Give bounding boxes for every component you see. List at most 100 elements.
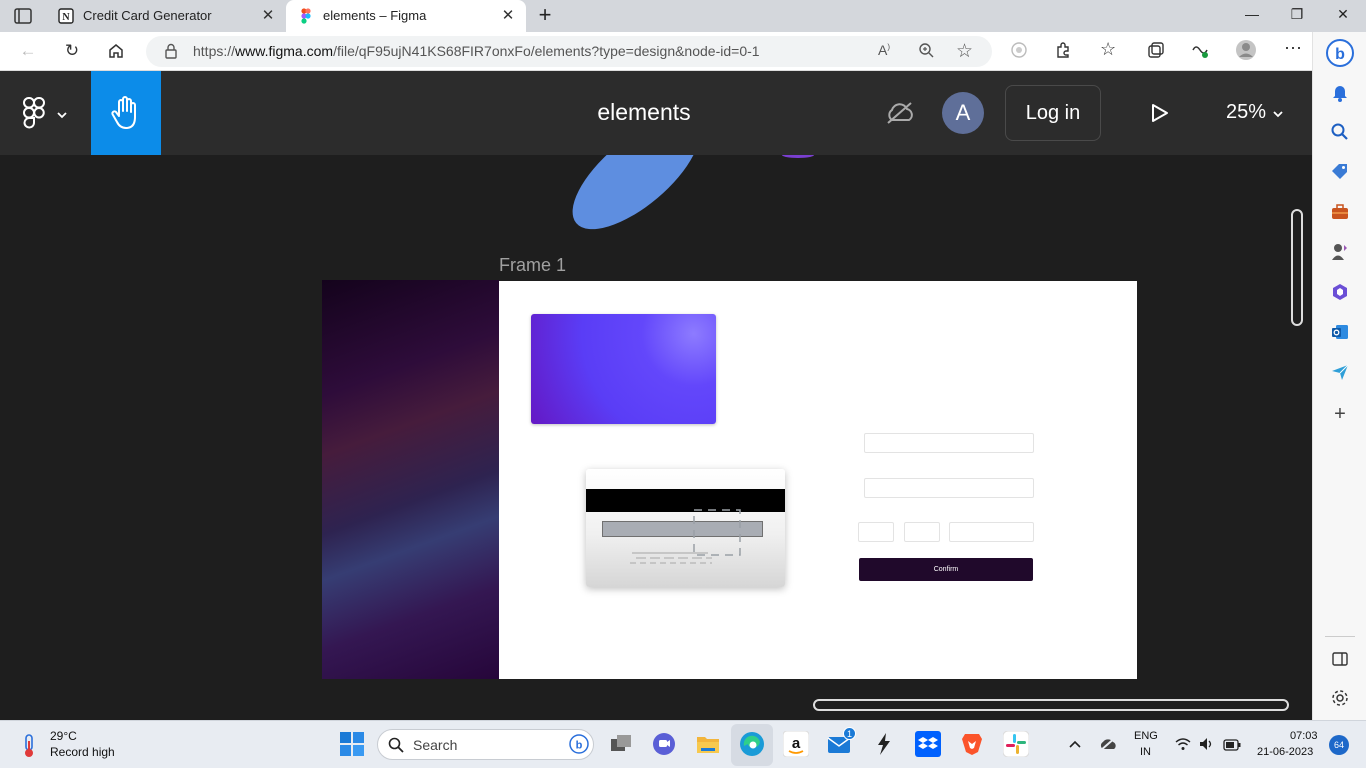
close-tab-icon[interactable]: ✕ (500, 8, 516, 24)
slack-icon[interactable] (1002, 730, 1030, 758)
search-icon[interactable] (1330, 122, 1350, 142)
zoom-menu[interactable]: 25% (1222, 95, 1292, 131)
purple-ellipse-shape[interactable] (780, 155, 820, 161)
brave-browser-icon[interactable] (959, 731, 985, 757)
amazon-icon[interactable]: a (782, 730, 810, 758)
task-view-icon[interactable] (608, 731, 634, 757)
card-front[interactable] (531, 314, 716, 424)
refresh-icon[interactable]: ↻ (60, 40, 84, 62)
frame-1[interactable]: Confirm (499, 281, 1137, 679)
mail-badge: 1 (843, 727, 856, 740)
bing-chat-icon[interactable]: b (1325, 38, 1355, 68)
cardholder-name-field[interactable] (864, 478, 1034, 498)
notifications-bell-icon[interactable] (1330, 82, 1350, 102)
favorites-icon[interactable]: ☆ (1100, 39, 1116, 60)
bolt-app-icon[interactable] (871, 731, 897, 757)
svg-text:b: b (576, 740, 583, 752)
new-tab-icon[interactable]: + (534, 4, 556, 27)
back-icon[interactable]: ← (16, 40, 40, 62)
blue-ellipse-shape[interactable] (570, 155, 710, 235)
restore-icon[interactable]: ❐ (1285, 6, 1309, 26)
vertical-scrollbar[interactable] (1291, 209, 1303, 326)
frame-label[interactable]: Frame 1 (499, 255, 566, 276)
zoom-icon[interactable] (918, 42, 934, 63)
url-scheme: https:// (193, 43, 236, 59)
zoom-level: 25% (1226, 101, 1267, 123)
avatar[interactable]: A (942, 92, 984, 134)
collections-icon[interactable] (1147, 41, 1165, 64)
minimize-icon[interactable]: — (1240, 6, 1264, 26)
edge-sidebar: b + (1312, 32, 1366, 720)
profile-icon[interactable] (1235, 39, 1257, 66)
read-aloud-icon[interactable]: A) (878, 42, 890, 58)
card-back-text-lines (630, 552, 712, 564)
home-icon[interactable] (104, 40, 128, 62)
address-bar[interactable]: https://www.figma.com/file/qF95ujN41KS68… (146, 36, 992, 67)
games-icon[interactable] (1330, 242, 1350, 262)
tab-title: Credit Card Generator (83, 8, 212, 23)
close-window-icon[interactable]: ✕ (1331, 6, 1355, 26)
tab-actions-icon[interactable] (10, 6, 38, 26)
settings-gear-icon[interactable] (1330, 688, 1350, 708)
hand-icon (110, 95, 142, 136)
expiry-year-field[interactable] (904, 522, 940, 542)
office-icon[interactable] (1330, 282, 1350, 302)
wifi-icon[interactable] (1175, 737, 1191, 756)
magnetic-stripe (586, 489, 785, 512)
dropbox-icon[interactable] (915, 731, 941, 757)
tracking-icon[interactable] (1010, 41, 1028, 64)
clock-time[interactable]: 07:03 (1290, 730, 1318, 742)
weather-temperature: 29°C (50, 729, 77, 743)
performance-icon[interactable] (1191, 41, 1209, 64)
figma-main-menu[interactable] (22, 97, 72, 129)
svg-text:N: N (62, 12, 70, 23)
confirm-button[interactable]: Confirm (859, 558, 1033, 581)
split-screen-icon[interactable] (1330, 649, 1350, 669)
shopping-tag-icon[interactable] (1330, 162, 1350, 182)
file-explorer-icon[interactable] (695, 731, 721, 757)
present-play-icon[interactable] (1150, 103, 1170, 128)
url-domain: www.figma.com (235, 43, 334, 59)
sidebar-divider (1325, 636, 1355, 637)
extensions-icon[interactable] (1054, 41, 1072, 64)
card-back[interactable] (586, 469, 785, 587)
add-app-icon[interactable]: + (1330, 404, 1350, 424)
teams-chat-icon[interactable] (651, 731, 677, 757)
mail-icon[interactable]: 1 (827, 727, 856, 757)
close-tab-icon[interactable]: ✕ (260, 8, 276, 24)
figma-icon (298, 8, 314, 24)
hand-tool-button[interactable] (91, 71, 161, 155)
cvv-field[interactable] (949, 522, 1034, 542)
outlook-icon[interactable] (1330, 322, 1350, 342)
volume-icon[interactable] (1199, 737, 1215, 756)
favorite-star-icon[interactable]: ☆ (956, 40, 973, 63)
more-menu-icon[interactable]: ⋯ (1284, 38, 1302, 59)
taskbar-search-input[interactable]: Search b (377, 729, 594, 760)
onedrive-offline-icon[interactable] (1098, 736, 1118, 757)
gradient-side-panel[interactable] (322, 280, 499, 679)
expiry-month-field[interactable] (858, 522, 894, 542)
notification-count-badge[interactable]: 64 (1329, 735, 1349, 755)
tab-credit-card-generator[interactable]: N Credit Card Generator ✕ (46, 0, 286, 32)
send-icon[interactable] (1330, 362, 1350, 382)
tab-elements-figma[interactable]: elements – Figma ✕ (286, 0, 526, 32)
language-code[interactable]: ENG (1134, 730, 1158, 742)
card-number-field[interactable] (864, 433, 1034, 453)
horizontal-scrollbar[interactable] (813, 699, 1289, 711)
figma-toolbar: elements A Log in 25% (0, 71, 1312, 155)
weather-description: Record high (50, 745, 115, 759)
url-path: /file/qF95ujN41KS68FIR7onxFo/elements?ty… (333, 43, 760, 59)
language-region[interactable]: IN (1140, 746, 1151, 758)
lock-icon (164, 43, 178, 64)
login-button[interactable]: Log in (1005, 85, 1101, 141)
chevron-up-icon[interactable] (1068, 737, 1082, 755)
notion-icon: N (58, 8, 74, 24)
clock-date[interactable]: 21-06-2023 (1257, 746, 1313, 758)
tools-icon[interactable] (1330, 202, 1350, 222)
battery-icon[interactable] (1223, 738, 1241, 756)
chevron-down-icon (56, 107, 68, 125)
edge-browser-icon[interactable] (739, 731, 765, 757)
browser-tab-strip: N Credit Card Generator ✕ elements – Fig… (0, 0, 1366, 32)
start-windows-icon[interactable] (339, 731, 365, 757)
design-canvas[interactable]: Frame 1 Confirm (0, 155, 1312, 720)
